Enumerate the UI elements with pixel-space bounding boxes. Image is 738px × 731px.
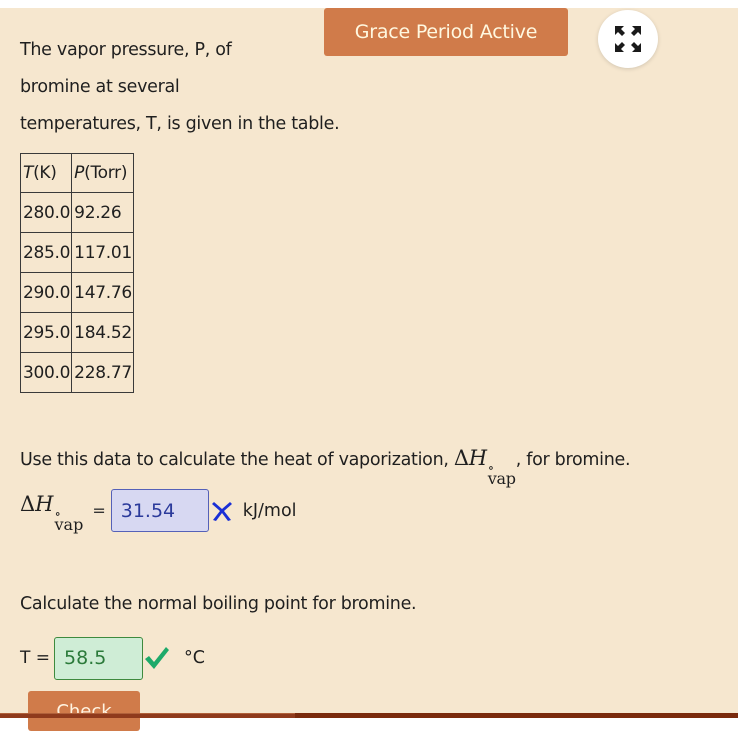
equals-sign: = — [92, 501, 106, 520]
pressure-cell: 147.76 — [71, 272, 134, 313]
pressure-cell: 184.52 — [71, 312, 134, 353]
question-2-answer-row: T = 58.5 °C — [20, 636, 205, 680]
pressure-cell: 117.01 — [71, 232, 134, 273]
progress-bar — [0, 713, 296, 718]
temperature-cell: 280.0 — [19, 192, 73, 233]
intro-line: bromine at several — [20, 77, 180, 97]
question-2-prompt: Calculate the normal boiling point for b… — [20, 594, 417, 614]
table-row: 280.0 92.26 — [19, 192, 134, 233]
temperature-cell: 300.0 — [19, 352, 73, 393]
delta-h-vap-label: ΔH ∘ vap — [20, 491, 84, 534]
table-header-row: T(K) P(Torr) — [19, 153, 134, 193]
intro-text: The vapor pressure, P, of bromine at sev… — [20, 32, 340, 143]
column-header-temperature: T(K) — [19, 153, 73, 193]
unit-label: kJ/mol — [242, 500, 297, 521]
table-row: 285.0 117.01 — [19, 232, 134, 273]
expand-button[interactable] — [598, 10, 658, 68]
temperature-cell: 285.0 — [19, 232, 73, 273]
vapor-pressure-table: T(K) P(Torr) 280.0 92.26 285.0 117.01 29… — [19, 153, 134, 393]
question-1-prompt: Use this data to calculate the heat of v… — [20, 446, 631, 488]
heat-of-vaporization-input[interactable]: 31.54 — [110, 489, 209, 532]
x-mark-icon — [211, 501, 232, 521]
unit-label: °C — [184, 648, 206, 668]
checkmark-icon — [145, 647, 170, 669]
intro-line: The vapor pressure, P, of — [20, 40, 232, 60]
question-1-answer-row: ΔH ∘ vap = 31.54 kJ/mol — [20, 488, 297, 533]
grace-period-button[interactable]: Grace Period Active — [324, 8, 568, 56]
column-header-pressure: P(Torr) — [71, 153, 134, 193]
temperature-label: T = — [20, 648, 51, 668]
pressure-cell: 92.26 — [71, 192, 134, 233]
intro-line: temperatures, T, is given in the table. — [20, 114, 340, 134]
grace-period-label: Grace Period Active — [354, 21, 538, 43]
temperature-cell: 295.0 — [19, 312, 73, 353]
table-row: 295.0 184.52 — [19, 312, 134, 353]
table-row: 300.0 228.77 — [19, 352, 134, 393]
expand-arrows-icon — [615, 26, 641, 52]
pressure-cell: 228.77 — [71, 352, 134, 393]
delta-h-vap-symbol: ΔH ∘ vap — [453, 446, 516, 488]
table-row: 290.0 147.76 — [19, 272, 134, 313]
temperature-cell: 290.0 — [19, 272, 73, 313]
check-button[interactable]: Check — [28, 691, 140, 731]
boiling-point-input[interactable]: 58.5 — [54, 636, 144, 680]
